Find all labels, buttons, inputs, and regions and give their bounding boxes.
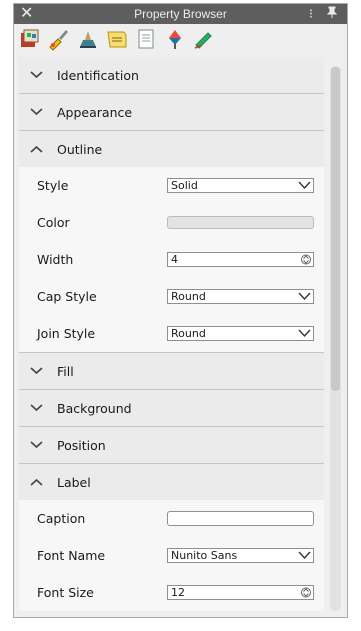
section-label: Outline [57,141,103,157]
property-row-join-style: Join Style Round [19,315,324,352]
font-name-select[interactable]: Nunito Sans [167,548,314,563]
select-value: Solid [171,179,198,192]
section-label: Identification [57,67,139,83]
select-value: Nunito Sans [171,549,238,562]
chevron-up-icon [30,145,43,153]
chevron-down-icon [30,71,43,79]
chevron-down-icon [298,329,311,338]
spinbox-value: 4 [171,253,178,266]
property-row-font-name: Font Name Nunito Sans [19,537,324,574]
join-style-select[interactable]: Round [167,326,314,341]
chevron-down-icon [298,292,311,301]
property-row-cap-style: Cap Style Round [19,278,324,315]
property-row-font-size: Font Size 12 [19,574,324,611]
chevron-down-icon [30,108,43,116]
section-header-background[interactable]: Background [19,390,324,426]
property-label: Cap Style [37,289,97,304]
toolbar [14,24,347,54]
select-value: Round [171,327,206,340]
section-header-outline[interactable]: Outline [19,131,324,167]
section-identification: Identification [19,57,324,94]
section-label: Fill [57,363,74,379]
width-spinbox[interactable]: 4 [167,252,314,267]
chevron-down-icon [30,404,43,412]
vertical-scrollbar[interactable] [330,66,341,611]
section-label: Label Caption Font Name Nunito Sans Font… [19,464,324,611]
color-picker-button[interactable] [167,216,314,229]
section-position: Position [19,427,324,464]
section-header-position[interactable]: Position [19,427,324,463]
section-outline: Outline Style Solid Color Width 4 Cap St… [19,131,324,353]
property-label: Style [37,178,69,193]
spin-arrows-icon[interactable] [301,254,311,265]
pen-icon[interactable] [192,27,216,51]
section-appearance: Appearance [19,94,324,131]
window-title: Property Browser [134,7,227,21]
stamp-icon[interactable] [76,27,100,51]
palette-icon[interactable] [18,27,42,51]
section-fill: Fill [19,353,324,390]
chevron-down-icon [298,551,311,560]
section-label: Background [57,400,132,416]
font-size-spinbox[interactable]: 12 [167,585,314,600]
section-header-label[interactable]: Label [19,464,324,500]
section-background: Background [19,390,324,427]
scrollbar-thumb[interactable] [331,67,340,391]
property-label: Color [37,215,70,230]
document-icon[interactable] [134,27,158,51]
select-value: Round [171,290,206,303]
property-row-color: Color [19,204,324,241]
pin-icon[interactable] [326,6,338,21]
chevron-up-icon [30,478,43,486]
title-bar: ✕ Property Browser ⁝ [14,4,347,24]
section-label: Position [57,437,106,453]
chevron-down-icon [30,441,43,449]
note-icon[interactable] [105,27,129,51]
property-label: Caption [37,511,86,526]
brush-icon[interactable] [47,27,71,51]
property-row-caption: Caption [19,500,324,537]
spin-arrows-icon[interactable] [301,587,311,598]
property-label: Font Size [37,585,94,600]
spinbox-value: 12 [171,586,185,599]
property-label: Join Style [37,326,96,341]
property-label: Width [37,252,74,267]
section-label: Appearance [57,104,133,120]
chevron-down-icon [298,181,311,190]
property-row-width: Width 4 [19,241,324,278]
property-label: Font Name [37,548,106,563]
dropper-icon[interactable] [163,27,187,51]
property-list: Identification Appearance Outline Style … [19,57,324,613]
section-header-identification[interactable]: Identification [19,57,324,93]
property-row-style: Style Solid [19,167,324,204]
section-header-appearance[interactable]: Appearance [19,94,324,130]
section-header-fill[interactable]: Fill [19,353,324,389]
caption-input[interactable] [167,511,314,526]
section-label: Label [57,474,91,490]
style-select[interactable]: Solid [167,178,314,193]
menu-icon[interactable]: ⁝ [309,6,313,22]
cap-style-select[interactable]: Round [167,289,314,304]
chevron-down-icon [30,367,43,375]
